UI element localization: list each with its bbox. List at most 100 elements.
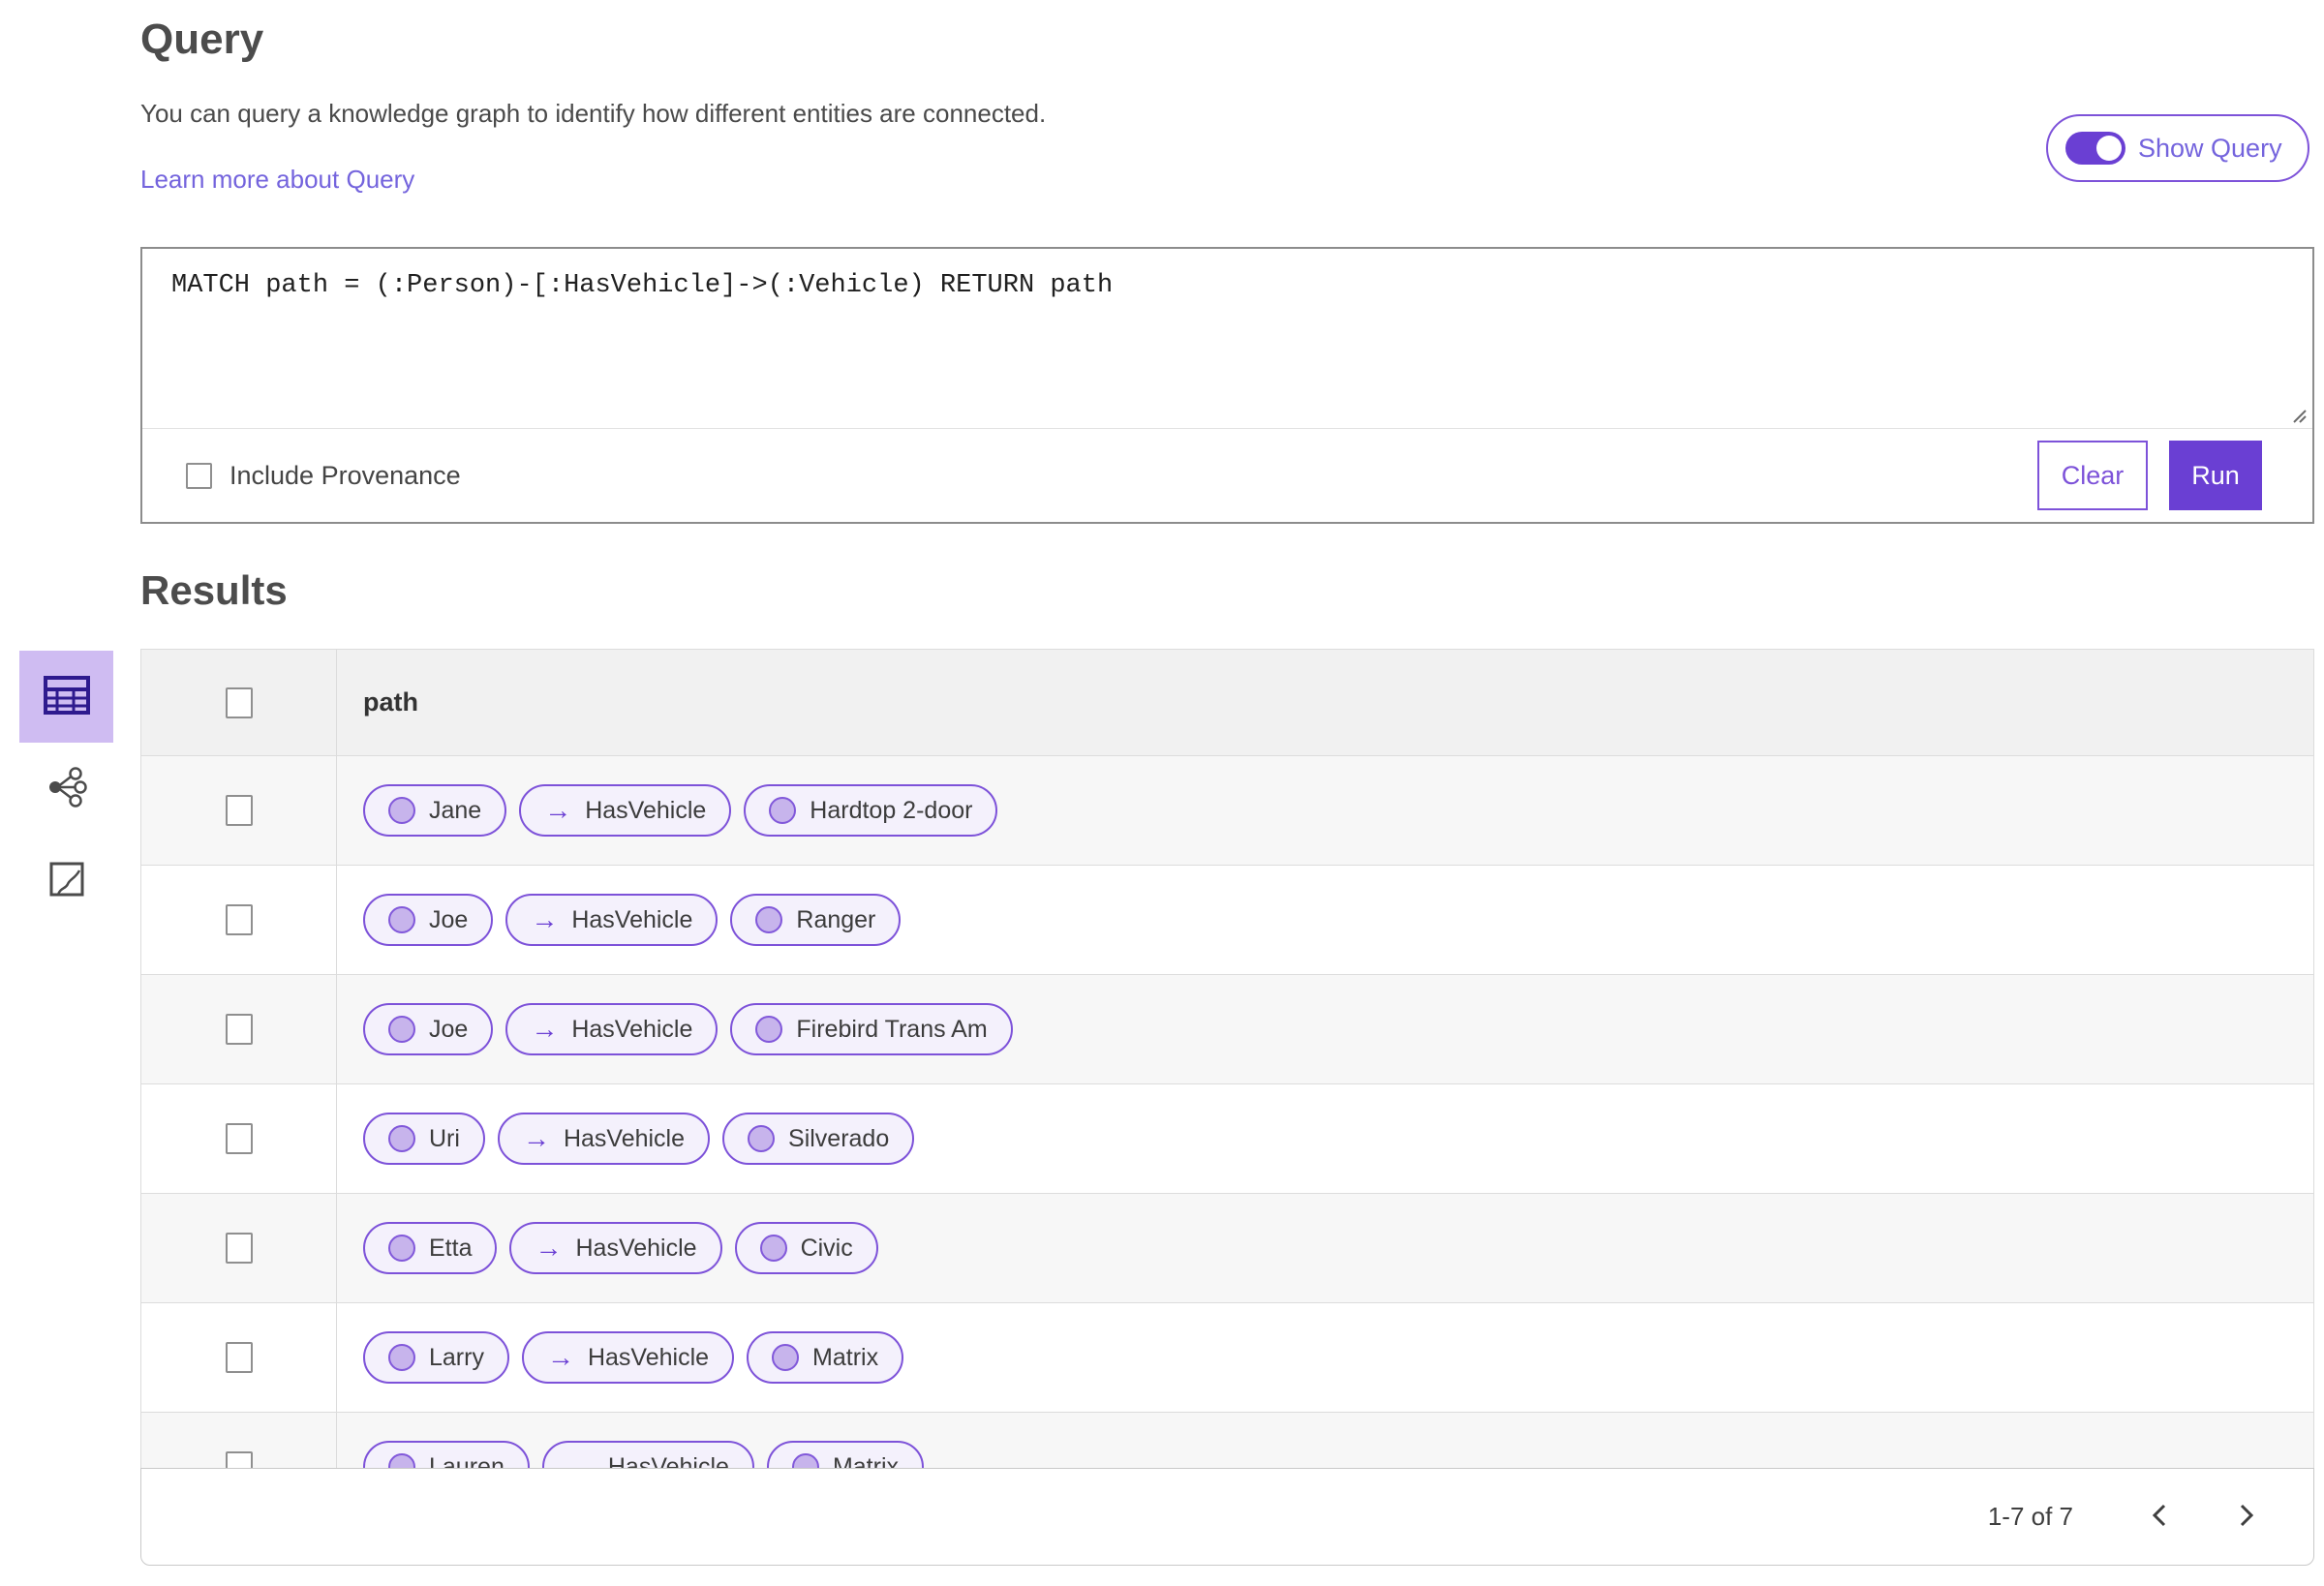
map-view-button[interactable]: [19, 835, 113, 927]
clear-button[interactable]: Clear: [2037, 441, 2148, 510]
results-table-container: path Jane → HasVehicle Hardtop 2-door Joe…: [140, 649, 2314, 1566]
arrow-right-icon: →: [531, 1014, 559, 1044]
chevron-left-icon: [2148, 1503, 2173, 1531]
relationship-label: HasVehicle: [587, 1343, 710, 1371]
pagination-range: 1-7 of 7: [1987, 1502, 2073, 1531]
relationship-pill[interactable]: → HasVehicle: [509, 1222, 722, 1274]
relationship-pill[interactable]: → HasVehicle: [521, 1331, 735, 1384]
entity-pill[interactable]: Jane: [363, 784, 507, 837]
relationship-label: HasVehicle: [585, 796, 707, 824]
table-row: Uri → HasVehicle Silverado: [141, 1084, 2313, 1194]
entity-node-icon: [759, 1235, 787, 1262]
entity-label: Larry: [429, 1343, 484, 1371]
query-page: Query You can query a knowledge graph to…: [0, 0, 2324, 1586]
entity-label: Matrix: [812, 1343, 879, 1371]
entity-pill[interactable]: Hardtop 2-door: [744, 784, 998, 837]
table-row: Joe → HasVehicle Ranger: [141, 866, 2313, 975]
relationship-pill[interactable]: → HasVehicle: [519, 784, 732, 837]
entity-pill[interactable]: Joe: [363, 894, 494, 946]
row-checkbox[interactable]: [225, 904, 253, 935]
entity-pill[interactable]: Civic: [734, 1222, 878, 1274]
table-header-row: path: [141, 650, 2313, 756]
results-title: Results: [140, 567, 288, 613]
map-icon: [46, 859, 87, 902]
query-input[interactable]: MATCH path = (:Person)-[:HasVehicle]->(:…: [142, 249, 2312, 428]
entity-label: Uri: [429, 1124, 460, 1152]
entity-label: Lauren: [429, 1452, 505, 1469]
pagination-bar: 1-7 of 7: [140, 1468, 2314, 1566]
learn-more-link[interactable]: Learn more about Query: [140, 165, 414, 195]
table-row: Etta → HasVehicle Civic: [141, 1194, 2313, 1303]
entity-label: Hardtop 2-door: [810, 796, 973, 824]
entity-node-icon: [388, 797, 415, 824]
entity-pill[interactable]: Joe: [363, 1003, 494, 1055]
entity-pill[interactable]: Lauren: [363, 1441, 530, 1468]
next-page-button[interactable]: [2226, 1498, 2265, 1537]
entity-label: Jane: [429, 796, 482, 824]
entity-node-icon: [772, 1344, 800, 1371]
entity-node-icon: [748, 1125, 776, 1152]
entity-node-icon: [388, 1344, 415, 1371]
chevron-right-icon: [2233, 1503, 2258, 1531]
row-checkbox[interactable]: [225, 1342, 253, 1373]
entity-node-icon: [769, 797, 797, 824]
link-chart-icon: [46, 767, 87, 810]
row-checkbox[interactable]: [225, 1451, 253, 1468]
row-checkbox[interactable]: [225, 1014, 253, 1045]
view-switcher: [19, 651, 113, 927]
entity-label: Joe: [429, 1015, 469, 1043]
entity-node-icon: [755, 906, 783, 933]
query-editor-panel: MATCH path = (:Person)-[:HasVehicle]->(:…: [140, 247, 2314, 524]
relationship-label: HasVehicle: [575, 1234, 697, 1262]
table-row: Lauren → HasVehicle Matrix: [141, 1413, 2313, 1468]
relationship-label: HasVehicle: [571, 1015, 693, 1043]
entity-label: Silverado: [788, 1124, 890, 1152]
query-editor: MATCH path = (:Person)-[:HasVehicle]->(:…: [142, 249, 2312, 429]
resize-handle-icon[interactable]: [2287, 404, 2309, 425]
table-row: Jane → HasVehicle Hardtop 2-door: [141, 756, 2313, 866]
include-provenance-control[interactable]: Include Provenance: [186, 461, 461, 491]
relationship-label: HasVehicle: [607, 1452, 729, 1469]
entity-label: Joe: [429, 905, 469, 933]
entity-label: Ranger: [796, 905, 876, 933]
entity-pill[interactable]: Matrix: [747, 1331, 904, 1384]
arrow-right-icon: →: [544, 795, 572, 825]
arrow-right-icon: →: [566, 1451, 595, 1469]
path-column-header: path: [363, 687, 418, 717]
entity-pill[interactable]: Uri: [363, 1113, 485, 1165]
page-description: You can query a knowledge graph to ident…: [140, 99, 1047, 128]
row-checkbox[interactable]: [225, 1233, 253, 1264]
link-chart-view-button[interactable]: [19, 743, 113, 835]
include-provenance-checkbox[interactable]: [186, 462, 212, 489]
row-checkbox[interactable]: [225, 1123, 253, 1154]
prev-page-button[interactable]: [2141, 1498, 2180, 1537]
entity-pill[interactable]: Silverado: [722, 1113, 915, 1165]
entity-node-icon: [791, 1453, 819, 1468]
entity-pill[interactable]: Larry: [363, 1331, 509, 1384]
arrow-right-icon: →: [531, 904, 559, 934]
show-query-label: Show Query: [2138, 133, 2282, 163]
entity-pill[interactable]: Firebird Trans Am: [730, 1003, 1013, 1055]
relationship-label: HasVehicle: [571, 905, 693, 933]
select-all-checkbox[interactable]: [225, 686, 253, 718]
table-view-button[interactable]: [19, 651, 113, 743]
entity-pill[interactable]: Ranger: [730, 894, 902, 946]
run-button[interactable]: Run: [2169, 441, 2262, 510]
show-query-toggle[interactable]: Show Query: [2046, 114, 2309, 182]
relationship-pill[interactable]: → HasVehicle: [541, 1441, 754, 1469]
entity-pill[interactable]: Etta: [363, 1222, 498, 1274]
query-actions: Clear Run: [2037, 441, 2262, 510]
relationship-pill[interactable]: → HasVehicle: [505, 1003, 719, 1055]
row-checkbox[interactable]: [225, 795, 253, 826]
arrow-right-icon: →: [546, 1342, 574, 1372]
results-table: path Jane → HasVehicle Hardtop 2-door Joe…: [140, 649, 2314, 1468]
page-title: Query: [140, 15, 264, 63]
toggle-switch-icon[interactable]: [2065, 132, 2125, 165]
relationship-pill[interactable]: → HasVehicle: [497, 1113, 711, 1165]
entity-label: Matrix: [832, 1452, 899, 1469]
relationship-label: HasVehicle: [563, 1124, 686, 1152]
entity-pill[interactable]: Matrix: [766, 1441, 924, 1469]
relationship-pill[interactable]: → HasVehicle: [505, 894, 719, 946]
entity-node-icon: [388, 1453, 415, 1468]
arrow-right-icon: →: [535, 1233, 563, 1263]
